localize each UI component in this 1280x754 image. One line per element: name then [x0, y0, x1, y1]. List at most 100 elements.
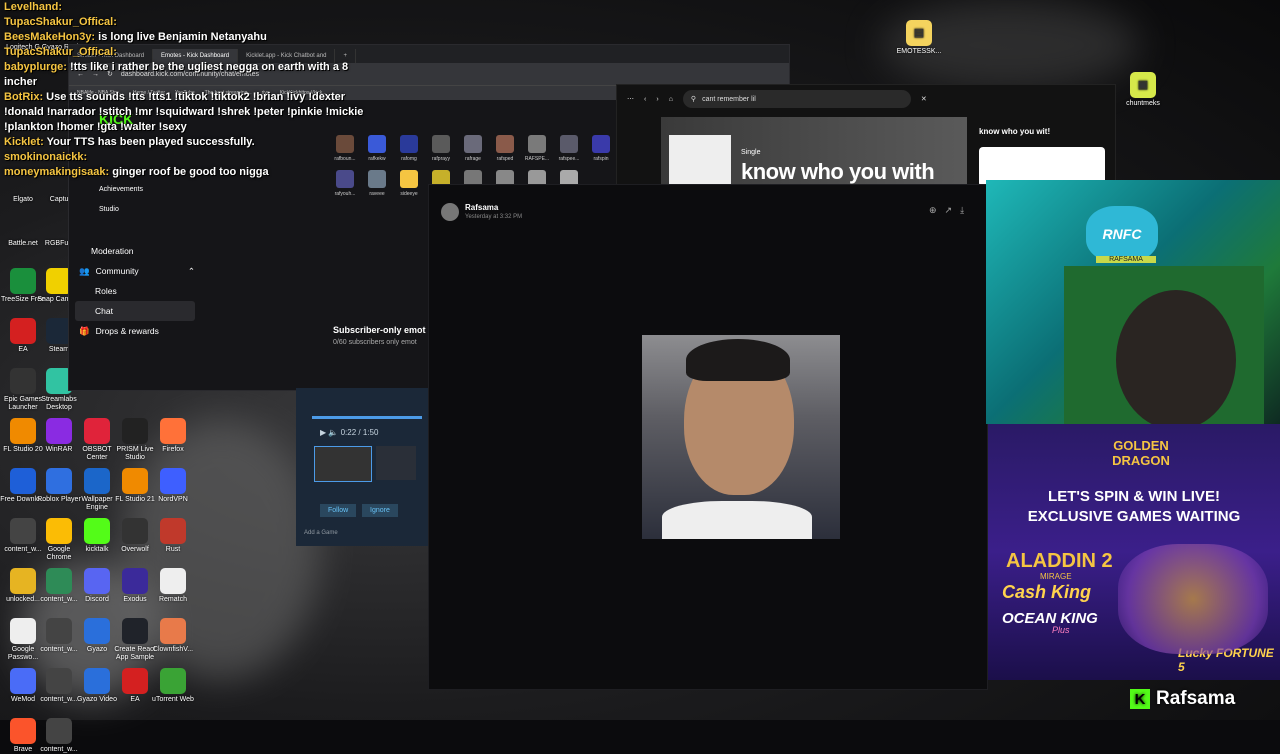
desktop-icon[interactable]: ClownfishV...	[150, 618, 196, 654]
desktop-icon[interactable]: content_w...	[36, 718, 82, 754]
now-playing-title: know who you wit!	[979, 127, 1051, 136]
emote-image	[400, 135, 418, 153]
chat-username[interactable]: smokinonaickk:	[4, 151, 87, 163]
emote-item[interactable]: rafkekw	[363, 135, 391, 162]
chat-message: TupacShakur_Offical:	[4, 15, 364, 30]
ignore-button[interactable]: Ignore	[362, 504, 398, 517]
hair-shape	[686, 339, 790, 381]
avatar	[441, 203, 459, 221]
emote-image	[496, 135, 514, 153]
app-icon	[46, 418, 72, 444]
folder-icon: ▤	[906, 20, 932, 46]
video-progress[interactable]	[312, 416, 422, 419]
emote-item[interactable]: rafspin	[587, 135, 615, 162]
chat-text: Use tts sounds !tts !tts1 !tiktok !tikto…	[4, 91, 364, 133]
emote-image	[592, 135, 610, 153]
play-icon[interactable]: ▶	[320, 428, 326, 437]
forward-icon[interactable]: ›	[656, 96, 658, 103]
emote-image	[528, 135, 546, 153]
spotify-topbar: ⋯ ‹ › ⌂ ⚲ cant remember lil ✕	[617, 85, 1115, 113]
app-icon	[122, 618, 148, 644]
ad-game: ALADDIN 2	[1006, 550, 1113, 572]
menu-icon[interactable]: ⋯	[627, 95, 634, 103]
close-search-icon[interactable]: ✕	[921, 95, 927, 103]
app-icon	[46, 668, 72, 694]
app-icon	[84, 668, 110, 694]
dashboard-sidebar: Achievements Studio Moderation 👥 Communit…	[75, 186, 195, 341]
trailer-thumbnail[interactable]	[314, 446, 372, 482]
shirt-shape	[662, 501, 812, 539]
chat-username[interactable]: TupacShakur_Offical:	[4, 16, 117, 28]
sidebar-item-roles[interactable]: Roles	[75, 281, 195, 301]
desktop-icon[interactable]: NordVPN	[150, 468, 196, 504]
emote-item[interactable]: rafprayy	[427, 135, 455, 162]
desktop-icon[interactable]: ▤ EMOTESSK...	[896, 20, 942, 56]
sidebar-item-community[interactable]: 👥 Community ⌃	[75, 261, 195, 281]
app-icon	[10, 618, 36, 644]
volume-icon[interactable]: 🔈	[328, 428, 338, 437]
chat-message: smokinonaickk:	[4, 150, 364, 165]
app-icon	[84, 518, 110, 544]
ad-character-art	[1118, 544, 1268, 654]
album-title: know who you with	[741, 159, 935, 184]
sidebar-item-achievements[interactable]: Achievements	[95, 183, 143, 195]
community-icon: 👥	[79, 265, 90, 276]
emote-item[interactable]: sideeye	[395, 170, 423, 197]
chat-username[interactable]: TupacShakur_Offical:	[4, 46, 117, 58]
chat-username[interactable]: Levelhand:	[4, 1, 62, 13]
emote-image	[560, 135, 578, 153]
back-icon[interactable]: ‹	[644, 96, 646, 103]
chat-text: ginger roof be good too nigga	[112, 166, 269, 178]
chat-text: is long live Benjamin Netanyahu	[98, 31, 267, 43]
chat-username[interactable]: BeesMakeHon3y:	[4, 31, 95, 43]
app-icon	[84, 568, 110, 594]
chat-overlay: Levelhand: TupacShakur_Offical: BeesMake…	[4, 0, 364, 180]
app-icon	[122, 668, 148, 694]
app-icon	[160, 518, 186, 544]
download-icon[interactable]: ⤓	[960, 205, 964, 216]
app-icon	[46, 718, 72, 744]
desktop-icon[interactable]: Rust	[150, 518, 196, 554]
kick-icon: K	[1130, 689, 1150, 709]
emote-item[interactable]: rafomg	[395, 135, 423, 162]
ad-line-1: LET'S SPIN & WIN LIVE!	[1048, 488, 1220, 505]
emote-image	[400, 170, 418, 188]
emote-item[interactable]: rafsped	[491, 135, 519, 162]
search-icon: ⚲	[690, 96, 697, 103]
sidebar-item-drops[interactable]: 🎁 Drops & rewards	[75, 321, 195, 341]
search-input[interactable]: ⚲ cant remember lil	[682, 90, 911, 108]
zoom-icon[interactable]: ⊕	[929, 205, 937, 216]
app-icon	[160, 418, 186, 444]
trailer-thumbnail[interactable]	[376, 446, 416, 480]
chat-username[interactable]: moneymakingisaak:	[4, 166, 109, 178]
follow-button[interactable]: Follow	[320, 504, 357, 517]
file-icon: ▣	[1130, 72, 1156, 98]
emote-item[interactable]: rafrage	[459, 135, 487, 162]
sidebar-item-moderation[interactable]: Moderation	[75, 241, 195, 261]
desktop-icon[interactable]: ▣ chuntmeks	[1120, 72, 1166, 108]
desktop-icon[interactable]: uTorrent Web	[150, 668, 196, 704]
chat-message: Kicklet: Your TTS has been played succes…	[4, 135, 364, 150]
casino-ad: GOLDEN DRAGON LET'S SPIN & WIN LIVE! EXC…	[988, 424, 1280, 680]
sidebar-item-studio[interactable]: Studio	[95, 203, 119, 215]
chat-message: Levelhand:	[4, 0, 364, 15]
app-icon	[46, 468, 72, 494]
add-game-link[interactable]: Add a Game	[304, 530, 338, 536]
emote-item[interactable]: rafspee...	[555, 135, 583, 162]
home-icon[interactable]: ⌂	[669, 96, 673, 103]
open-icon[interactable]: ↗	[945, 205, 953, 216]
chat-username[interactable]: babyplurge:	[4, 61, 67, 73]
sidebar-item-chat[interactable]: Chat	[75, 301, 195, 321]
app-icon	[46, 518, 72, 544]
desktop-icon[interactable]: Rematch	[150, 568, 196, 604]
emote-item[interactable]: RAFSPE...	[523, 135, 551, 162]
wall-banner: RAFSAMA	[1096, 256, 1156, 263]
app-icon	[10, 468, 36, 494]
chat-username[interactable]: BotRix:	[4, 91, 43, 103]
app-icon	[160, 568, 186, 594]
chat-username[interactable]: Kicklet:	[4, 136, 44, 148]
emote-item[interactable]: raveee	[363, 170, 391, 197]
desktop-icon[interactable]: Firefox	[150, 418, 196, 454]
video-time: ▶ 🔈 0:22 / 1:50	[320, 428, 379, 437]
gift-icon: 🎁	[79, 325, 90, 336]
